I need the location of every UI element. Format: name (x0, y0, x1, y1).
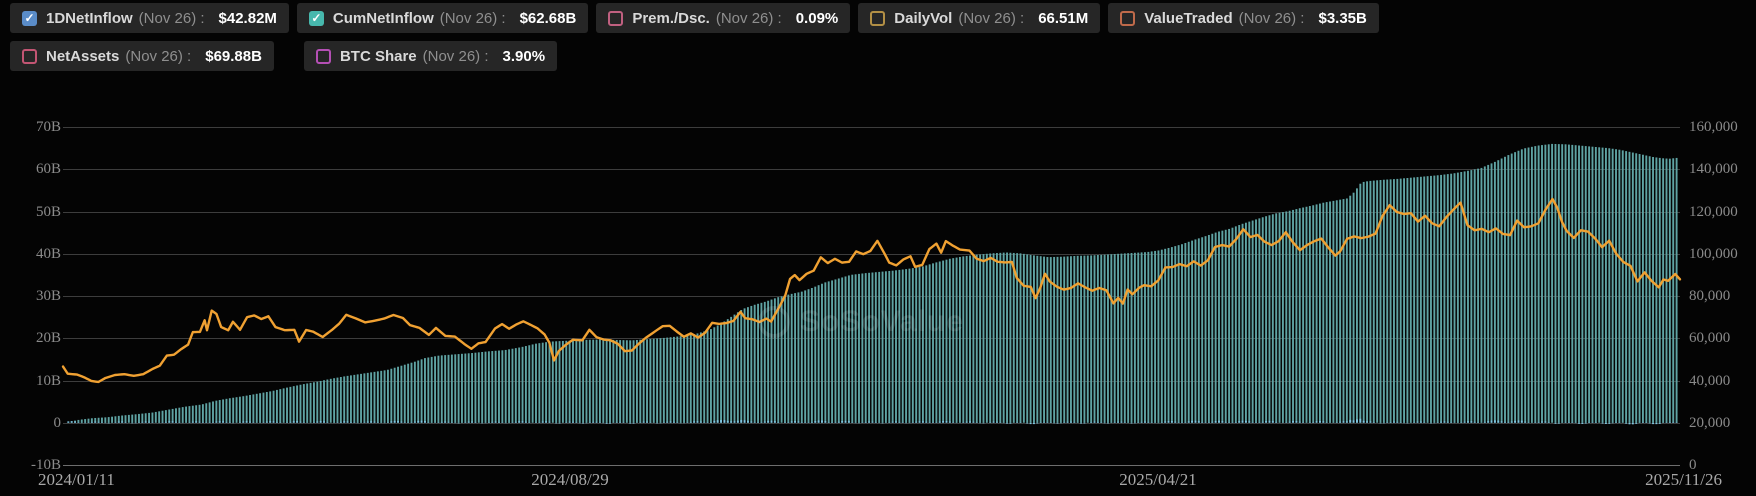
checkbox-cumnetinflow-checked[interactable]: ✓ (309, 11, 324, 26)
right-axis-tick: 20,000 (1689, 416, 1730, 431)
right-axis-tick: 140,000 (1689, 162, 1738, 177)
legend-series-value: $62.68B (520, 10, 577, 27)
legend-item-btc-share[interactable]: BTC Share (Nov 26) : 3.90% (304, 41, 557, 71)
legend-date-suffix: (Nov 26) : (440, 10, 506, 27)
left-axis-tick: 40B (11, 247, 61, 262)
legend-item-cumnetinflow[interactable]: ✓ CumNetInflow (Nov 26) : $62.68B (297, 3, 588, 33)
checkbox-netassets-unchecked[interactable] (22, 49, 37, 64)
left-axis-tick: 10B (11, 374, 61, 389)
x-axis-date-label: 2024/01/11 (38, 471, 115, 488)
legend-date-suffix: (Nov 26) : (1239, 10, 1305, 27)
legend-item-dailyvol[interactable]: DailyVol (Nov 26) : 66.51M (858, 3, 1100, 33)
legend-date-suffix: (Nov 26) : (423, 48, 489, 65)
left-axis-tick: 30B (11, 289, 61, 304)
legend-series-name: 1DNetInflow (46, 10, 133, 27)
right-axis-tick: 80,000 (1689, 289, 1730, 304)
legend-series-name: NetAssets (46, 48, 119, 65)
checkbox-btc-share-unchecked[interactable] (316, 49, 331, 64)
x-axis-date-label: 2025/04/21 (1119, 471, 1196, 488)
btc-etf-flow-dashboard: { "legend": { "date_tag": "(Nov 26) :", … (0, 0, 1756, 496)
checkbox-1dnetinflow-checked[interactable]: ✓ (22, 11, 37, 26)
legend-item-valuetraded[interactable]: ValueTraded (Nov 26) : $3.35B (1108, 3, 1379, 33)
checkbox-dailyvol-unchecked[interactable] (870, 11, 885, 26)
legend-series-name: CumNetInflow (333, 10, 434, 27)
legend-series-value: $69.88B (205, 48, 262, 65)
right-axis-tick: 60,000 (1689, 331, 1730, 346)
legend-item-netassets[interactable]: NetAssets (Nov 26) : $69.88B (10, 41, 274, 71)
right-axis-tick: 120,000 (1689, 205, 1738, 220)
legend-date-suffix: (Nov 26) : (125, 48, 191, 65)
left-axis-tick: 70B (11, 120, 61, 135)
legend-date-suffix: (Nov 26) : (139, 10, 205, 27)
legend-row-primary: ✓ 1DNetInflow (Nov 26) : $42.82M ✓ CumNetInfl… (10, 3, 1379, 33)
left-axis-tick: 50B (11, 205, 61, 220)
legend-date-suffix: (Nov 26) : (958, 10, 1024, 27)
legend-row-secondary: NetAssets (Nov 26) : $69.88B BTC Share (Nov … (10, 41, 557, 71)
right-axis-tick: 40,000 (1689, 374, 1730, 389)
legend-series-name: Prem./Dsc. (632, 10, 710, 27)
legend-item-1dnetinflow[interactable]: ✓ 1DNetInflow (Nov 26) : $42.82M (10, 3, 289, 33)
legend-series-value: $42.82M (219, 10, 277, 27)
left-axis-tick: 60B (11, 162, 61, 177)
legend-series-name: ValueTraded (1144, 10, 1232, 27)
legend-series-value: $3.35B (1318, 10, 1366, 27)
right-axis-tick: 100,000 (1689, 247, 1738, 262)
legend-series-name: DailyVol (894, 10, 952, 27)
left-axis-tick: 20B (11, 331, 61, 346)
checkbox-prem-dsc-unchecked[interactable] (608, 11, 623, 26)
right-axis-tick: 160,000 (1689, 120, 1738, 135)
legend-series-value: 0.09% (796, 10, 839, 27)
left-axis-tick: 0 (11, 416, 61, 431)
legend-series-name: BTC Share (340, 48, 417, 65)
x-axis-date-label: 2024/08/29 (531, 471, 608, 488)
legend-series-value: 3.90% (503, 48, 546, 65)
x-axis-date-label: 2025/11/26 (1645, 471, 1722, 488)
checkbox-valuetraded-unchecked[interactable] (1120, 11, 1135, 26)
legend-date-suffix: (Nov 26) : (716, 10, 782, 27)
legend-series-value: 66.51M (1038, 10, 1088, 27)
flow-chart-canvas[interactable] (0, 0, 1756, 496)
legend-item-prem-dsc[interactable]: Prem./Dsc. (Nov 26) : 0.09% (596, 3, 850, 33)
